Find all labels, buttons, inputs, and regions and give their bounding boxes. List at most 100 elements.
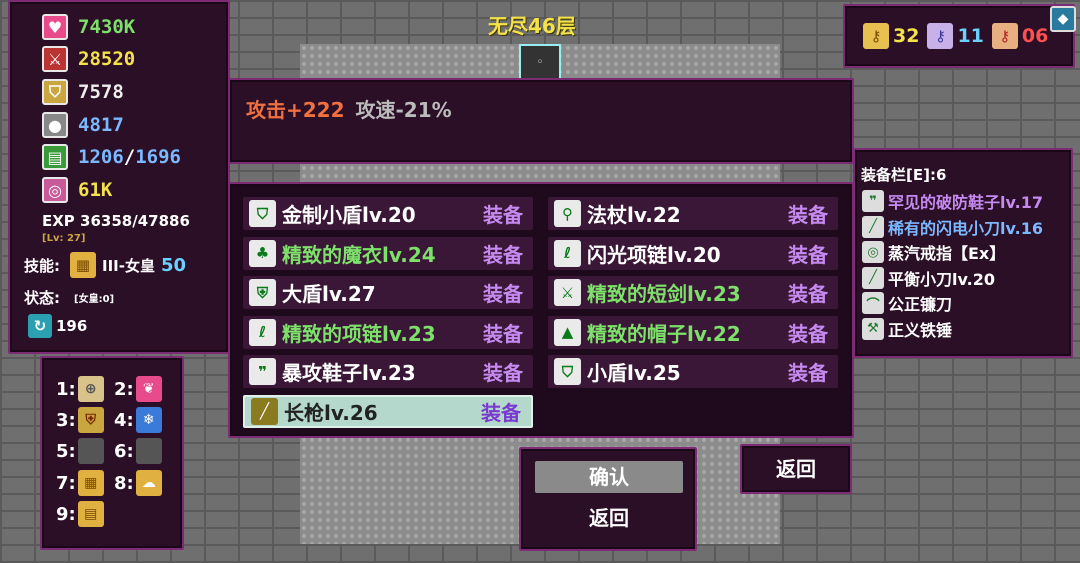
yellow-key-icon: ⚷ bbox=[863, 23, 889, 49]
robe-icon: ♣ bbox=[249, 239, 276, 267]
atk-stat: ⚔ 28520 bbox=[42, 46, 135, 72]
equipment-item[interactable]: ❞ 罕见的破防鞋子lv.17 bbox=[862, 189, 1043, 213]
quick-slot-3[interactable]: 3: ⛨ bbox=[56, 407, 104, 433]
quick-slot-8[interactable]: 8: ☁ bbox=[114, 470, 162, 496]
quick-slot-9[interactable]: 9: ▤ bbox=[56, 501, 104, 527]
equip-button[interactable]: 装备 bbox=[483, 199, 523, 228]
spear-icon: ╱ bbox=[251, 397, 278, 425]
shield-icon: ⛉ bbox=[42, 79, 68, 105]
equip-button[interactable]: 装备 bbox=[483, 357, 523, 386]
equip-button[interactable]: 装备 bbox=[788, 199, 828, 228]
quick-slot-5[interactable]: 5: bbox=[56, 438, 104, 464]
scroll-icon: ▤ bbox=[77, 501, 104, 527]
inventory-item[interactable]: ⛉ 小盾lv.25 装备 bbox=[548, 355, 838, 388]
back-button-2[interactable]: 返回 bbox=[740, 444, 852, 494]
item-name: 暴攻鞋子lv.23 bbox=[282, 361, 416, 385]
heart-icon: ♥ bbox=[42, 14, 68, 40]
red-key-icon: ⚷ bbox=[991, 23, 1018, 49]
cloud-icon: ☁ bbox=[135, 470, 162, 496]
equipment-item-name: 稀有的闪电小刀lv.16 bbox=[888, 218, 1043, 238]
equip-button[interactable]: 装备 bbox=[788, 239, 828, 268]
equip-button[interactable]: 装备 bbox=[481, 397, 521, 426]
inventory-item[interactable]: ♣ 精致的魔衣lv.24 装备 bbox=[243, 236, 533, 270]
inventory-item[interactable]: ⛉ 金制小盾lv.20 装备 bbox=[243, 197, 533, 230]
equipment-item-name: 蒸汽戒指【Ex】 bbox=[888, 244, 1006, 263]
hat-icon: ▲ bbox=[554, 318, 581, 346]
item-name: 法杖lv.22 bbox=[587, 203, 681, 227]
equip-button[interactable]: 装备 bbox=[483, 239, 523, 268]
confirm-button[interactable]: 确认 bbox=[535, 461, 683, 493]
skill-card-icon[interactable]: ▦ bbox=[70, 252, 96, 278]
dagger-icon: ⚔ bbox=[554, 279, 581, 306]
shield-badge-icon: ⛨ bbox=[77, 407, 104, 433]
key-counts: ⚷ 32 ⚷ 11 ⚷ 06 bbox=[863, 23, 1048, 49]
inventory-item[interactable]: ⚲ 法杖lv.22 装备 bbox=[548, 197, 838, 230]
target-icon: ⊕ bbox=[77, 376, 104, 402]
equipment-item-name: 罕见的破防鞋子lv.17 bbox=[888, 193, 1043, 212]
equipment-item-name: 公正镰刀 bbox=[888, 295, 953, 314]
equip-button[interactable]: 装备 bbox=[483, 278, 523, 307]
level-text: [Lv: 27] bbox=[42, 233, 86, 244]
tooltip-spd: 攻速-21% bbox=[355, 98, 452, 122]
exp-text: EXP 36358/47886 bbox=[42, 212, 190, 230]
equipment-item[interactable]: ⌒ 公正镰刀 bbox=[862, 291, 952, 315]
card-icon: ▦ bbox=[77, 470, 104, 496]
inventory-item[interactable]: ▲ 精致的帽子lv.22 装备 bbox=[548, 315, 838, 349]
equip-button[interactable]: 装备 bbox=[483, 318, 523, 347]
item-name: 精致的魔衣lv.24 bbox=[282, 242, 436, 267]
equipment-item[interactable]: ╱ 平衡小刀lv.20 bbox=[862, 266, 995, 290]
empty-slot-icon bbox=[77, 438, 104, 464]
keys-panel: ⚷ 32 ⚷ 11 ⚷ 06 bbox=[843, 4, 1075, 68]
status-row: 状态: [女皇:0] bbox=[24, 289, 115, 307]
tooltip-atk: 攻击+222 bbox=[246, 98, 345, 122]
item-name: 大盾lv.27 bbox=[282, 282, 376, 306]
item-name: 闪光项链lv.20 bbox=[587, 242, 721, 267]
equipment-item[interactable]: ◎ 蒸汽戒指【Ex】 bbox=[862, 240, 1005, 264]
item-name: 长枪lv.26 bbox=[284, 400, 378, 425]
item-name: 精致的项链lv.23 bbox=[282, 321, 436, 346]
quick-slot-6[interactable]: 6: bbox=[114, 438, 162, 464]
inventory-item[interactable]: ℓ 闪光项链lv.20 装备 bbox=[548, 236, 838, 270]
inventory-item[interactable]: ❞ 暴攻鞋子lv.23 装备 bbox=[243, 355, 533, 388]
mdef-stat: ● 4817 bbox=[42, 112, 124, 138]
orb-icon: ● bbox=[42, 112, 68, 138]
inventory-item[interactable]: ℓ 精致的项链lv.23 装备 bbox=[243, 315, 533, 349]
equipment-item-icon: ⚒ bbox=[862, 317, 884, 340]
back-button[interactable]: 返回 bbox=[535, 502, 683, 534]
stairs-tile[interactable]: ◦ bbox=[519, 44, 561, 80]
item-name: 精致的帽子lv.22 bbox=[587, 321, 741, 346]
equip-button[interactable]: 装备 bbox=[788, 318, 828, 347]
menu-diamond-icon[interactable]: ◆ bbox=[1050, 6, 1076, 32]
equipment-item-icon: ⌒ bbox=[862, 292, 884, 314]
refresh-row: ↻ 196 bbox=[28, 314, 87, 338]
empty-slot-icon bbox=[135, 438, 162, 464]
item-name: 精致的短剑lv.23 bbox=[587, 282, 741, 306]
item-name: 金制小盾lv.20 bbox=[282, 203, 416, 227]
quick-slot-4[interactable]: 4: ❄ bbox=[114, 407, 162, 433]
inventory-item[interactable]: ⚔ 精致的短剑lv.23 装备 bbox=[548, 276, 838, 309]
equipment-item-icon: ❞ bbox=[862, 190, 884, 212]
equipment-title: 装备栏[E]:6 bbox=[861, 166, 947, 184]
item-name: 小盾lv.25 bbox=[587, 361, 681, 385]
equipment-item[interactable]: ⚒ 正义铁锤 bbox=[862, 317, 952, 341]
feather-icon: ❦ bbox=[135, 376, 162, 402]
stats-panel: ♥ 7430K ⚔ 28520 ⛉ 7578 ● 4817 ▤ 1206/1696 ◎ 61… bbox=[8, 0, 230, 354]
inventory-item[interactable]: ⛨ 大盾lv.27 装备 bbox=[243, 276, 533, 309]
shield-icon: ⛉ bbox=[249, 200, 276, 227]
def-stat: ⛉ 7578 bbox=[42, 79, 124, 105]
inventory-item[interactable]: ╱ 长枪lv.26 装备 bbox=[243, 394, 533, 428]
book-icon: ▤ bbox=[42, 144, 68, 170]
blue-key-icon: ⚷ bbox=[927, 23, 954, 49]
snowflake-icon: ❄ bbox=[135, 407, 162, 433]
quick-slot-1[interactable]: 1: ⊕ bbox=[56, 376, 104, 402]
equip-button[interactable]: 装备 bbox=[788, 278, 828, 307]
quick-slot-7[interactable]: 7: ▦ bbox=[56, 470, 104, 496]
equip-button[interactable]: 装备 bbox=[788, 357, 828, 386]
refresh-icon[interactable]: ↻ bbox=[28, 314, 52, 338]
quick-slot-2[interactable]: 2: ❦ bbox=[114, 376, 162, 402]
big-shield-icon: ⛨ bbox=[249, 279, 276, 306]
floor-title: 无尽46层 bbox=[488, 14, 576, 38]
coin-icon: ◎ bbox=[42, 177, 68, 203]
equipment-item-icon: ╱ bbox=[862, 215, 884, 238]
equipment-item[interactable]: ╱ 稀有的闪电小刀lv.16 bbox=[862, 215, 1043, 239]
